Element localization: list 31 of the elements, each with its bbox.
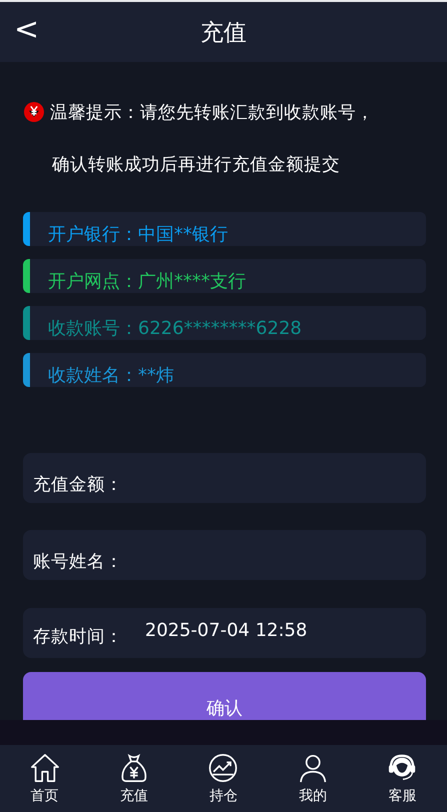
notice-text: 确认转账成功后再进行充值金额提交 <box>52 154 340 176</box>
warning-yen-icon <box>24 102 44 122</box>
field-value: 2025-07-04 12:58 <box>145 620 308 640</box>
input-field[interactable]: 账号姓名： <box>23 530 426 580</box>
info-label: 开户网点： <box>48 270 138 293</box>
info-label: 收款姓名： <box>48 364 138 387</box>
info-label: 收款账号： <box>48 317 138 340</box>
field-label: 充值金额： <box>33 474 124 496</box>
chart-icon[interactable] <box>208 752 238 782</box>
money-bag-icon[interactable] <box>119 752 150 782</box>
tab-label[interactable]: 客服 <box>388 786 416 804</box>
back-button[interactable]: < <box>10 12 44 48</box>
tab-label[interactable]: 我的 <box>298 786 327 804</box>
info-value: 广州****支行 <box>138 270 246 293</box>
field-label: 存款时间： <box>33 626 124 648</box>
confirm-button[interactable]: 确认 <box>23 672 426 720</box>
info-value: **炜 <box>138 364 174 387</box>
user-icon[interactable] <box>298 752 328 782</box>
input-field[interactable]: 存款时间： 2025-07-04 12:58 <box>23 608 426 658</box>
page-title: 充值 <box>200 18 246 48</box>
info-value: 6226********6228 <box>138 318 302 338</box>
info-label: 开户银行： <box>48 223 138 246</box>
field-label: 账号姓名： <box>33 551 124 573</box>
info-value: 中国**银行 <box>138 223 228 246</box>
tab-label[interactable]: 持仓 <box>209 786 238 804</box>
tab-label[interactable]: 首页 <box>30 786 59 804</box>
input-field[interactable]: 充值金额： <box>23 453 426 503</box>
headset-icon[interactable] <box>387 752 418 782</box>
notice-text: 温馨提示：请您先转账汇款到收款账号， <box>50 102 374 124</box>
tab-label[interactable]: 充值 <box>120 786 148 804</box>
home-icon[interactable] <box>30 752 60 782</box>
